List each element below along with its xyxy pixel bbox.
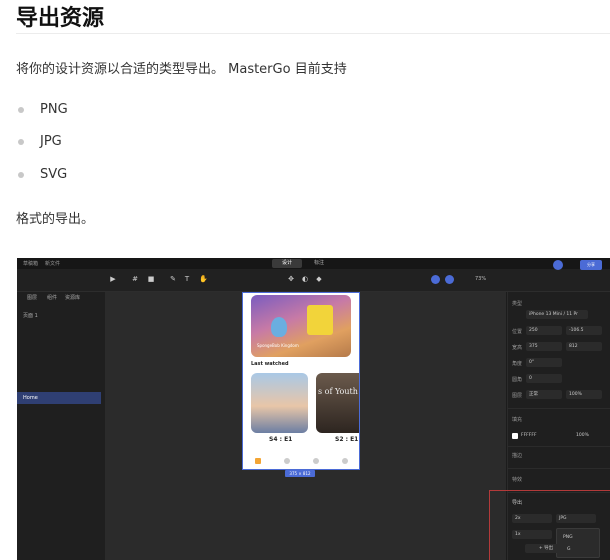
phone-frame[interactable]: SpongeBob Kingdom Last watched s of Yout…	[242, 292, 360, 470]
fill-label: 填充	[512, 417, 523, 423]
divider	[508, 468, 610, 469]
angle-label: 角度	[512, 361, 523, 367]
list-item: PNG	[16, 102, 68, 117]
document: 导出资源 将你的设计资源以合适的类型导出。 MasterGo 目前支持 PNG …	[0, 0, 610, 560]
radius-input[interactable]: 0	[526, 374, 562, 383]
page-item[interactable]: 页面 1	[23, 312, 38, 319]
divider	[508, 408, 610, 409]
avatar[interactable]	[553, 260, 563, 270]
play-icon[interactable]	[445, 275, 454, 284]
fill-swatch[interactable]	[512, 433, 518, 439]
stroke-label: 描边	[512, 453, 523, 459]
divider	[16, 33, 610, 34]
list-item: JPG	[16, 134, 62, 149]
list-item-label: SVG	[40, 167, 68, 182]
blend-select[interactable]: 正常	[526, 390, 562, 399]
tab-components[interactable]: 组件	[47, 294, 57, 301]
list-item: SVG	[16, 167, 67, 182]
type-label: 类型	[512, 301, 523, 307]
tab-assets[interactable]: 资源库	[65, 294, 80, 301]
boolean-icon[interactable]: ◆	[315, 275, 323, 283]
workspace-label: 草稿箱	[23, 261, 39, 267]
layer-item-home[interactable]: Home	[17, 392, 101, 404]
poster-card[interactable]: s of Youth	[316, 373, 359, 433]
hero-image: SpongeBob Kingdom	[251, 295, 351, 357]
toolbar: ▶ # ■ ✎ T ✋ ✥ ◐ ◆ 73% 分享	[17, 260, 610, 292]
mode-tabs: 设计 标注	[272, 259, 334, 268]
frame-tool-icon[interactable]: #	[131, 275, 139, 283]
hand-tool-icon[interactable]: ✋	[199, 275, 208, 283]
layer-label: 图层	[512, 393, 523, 399]
episode-label: S2 : E1	[335, 436, 359, 443]
fill-hex[interactable]: FFFFFF	[521, 433, 537, 438]
size-label: 宽高	[512, 345, 523, 351]
character-figure	[271, 317, 287, 337]
zoom-level[interactable]: 73%	[475, 276, 486, 282]
outro-paragraph: 格式的导出。	[16, 212, 95, 227]
collaborator-icon[interactable]	[431, 275, 440, 284]
opacity-input[interactable]: 100%	[566, 390, 602, 399]
shape-tool-icon[interactable]: ■	[147, 275, 155, 283]
x-input[interactable]: 250	[526, 326, 562, 335]
y-input[interactable]: -106.5	[566, 326, 602, 335]
bullet-icon	[18, 171, 24, 178]
file-name: 新文件	[45, 261, 61, 267]
height-input[interactable]: 812	[566, 342, 602, 351]
list-item-label: JPG	[40, 134, 62, 149]
width-input[interactable]: 375	[526, 342, 562, 351]
page-title: 导出资源	[16, 6, 105, 31]
character-figure	[307, 305, 333, 335]
tab-layers[interactable]: 图层	[27, 294, 37, 301]
poster-card[interactable]	[251, 373, 308, 433]
radius-label: 圆角	[512, 377, 523, 383]
editor-topbar: 草稿箱 新文件 设计 标注	[17, 258, 610, 269]
device-select[interactable]: iPhone 13 Mini / 11 Pr	[526, 310, 588, 319]
divider	[508, 446, 610, 447]
layers-panel: 图层 组件 资源库 页面 1 Home	[17, 292, 106, 560]
text-tool-icon[interactable]: T	[183, 275, 191, 283]
effect-label: 特效	[512, 477, 523, 483]
poster-title: s of Youth	[318, 387, 358, 396]
tab-design[interactable]: 设计	[272, 259, 302, 268]
intro-paragraph: 将你的设计资源以合适的类型导出。 MasterGo 目前支持	[16, 62, 347, 77]
move-tool-icon[interactable]: ▶	[109, 275, 117, 283]
bullet-icon	[18, 106, 24, 113]
editor-screenshot: 草稿箱 新文件 设计 标注 ▶ # ■ ✎ T ✋ ✥ ◐ ◆ 73% 分享 图…	[17, 258, 610, 560]
bottom-nav	[243, 453, 359, 469]
highlight-box	[489, 490, 610, 560]
tab-annotate[interactable]: 标注	[304, 259, 334, 268]
canvas[interactable]: SpongeBob Kingdom Last watched s of Yout…	[106, 292, 506, 560]
list-item-label: PNG	[40, 102, 68, 117]
share-button[interactable]: 分享	[580, 260, 602, 270]
section-title: Last watched	[251, 361, 289, 367]
bullet-icon	[18, 138, 24, 145]
pen-tool-icon[interactable]: ✎	[169, 275, 177, 283]
angle-input[interactable]: 0°	[526, 358, 562, 367]
fill-opacity[interactable]: 100%	[576, 433, 589, 438]
profile-icon[interactable]	[341, 458, 348, 464]
heart-icon[interactable]	[312, 458, 319, 464]
position-label: 位置	[512, 329, 523, 335]
component-icon[interactable]: ✥	[287, 275, 295, 283]
hero-caption: SpongeBob Kingdom	[257, 343, 299, 348]
frame-size-badge: 375 × 812	[285, 470, 315, 477]
home-icon[interactable]	[254, 458, 261, 464]
episode-label: S4 : E1	[269, 436, 293, 443]
explore-icon[interactable]	[283, 458, 290, 464]
contrast-icon[interactable]: ◐	[301, 275, 309, 283]
